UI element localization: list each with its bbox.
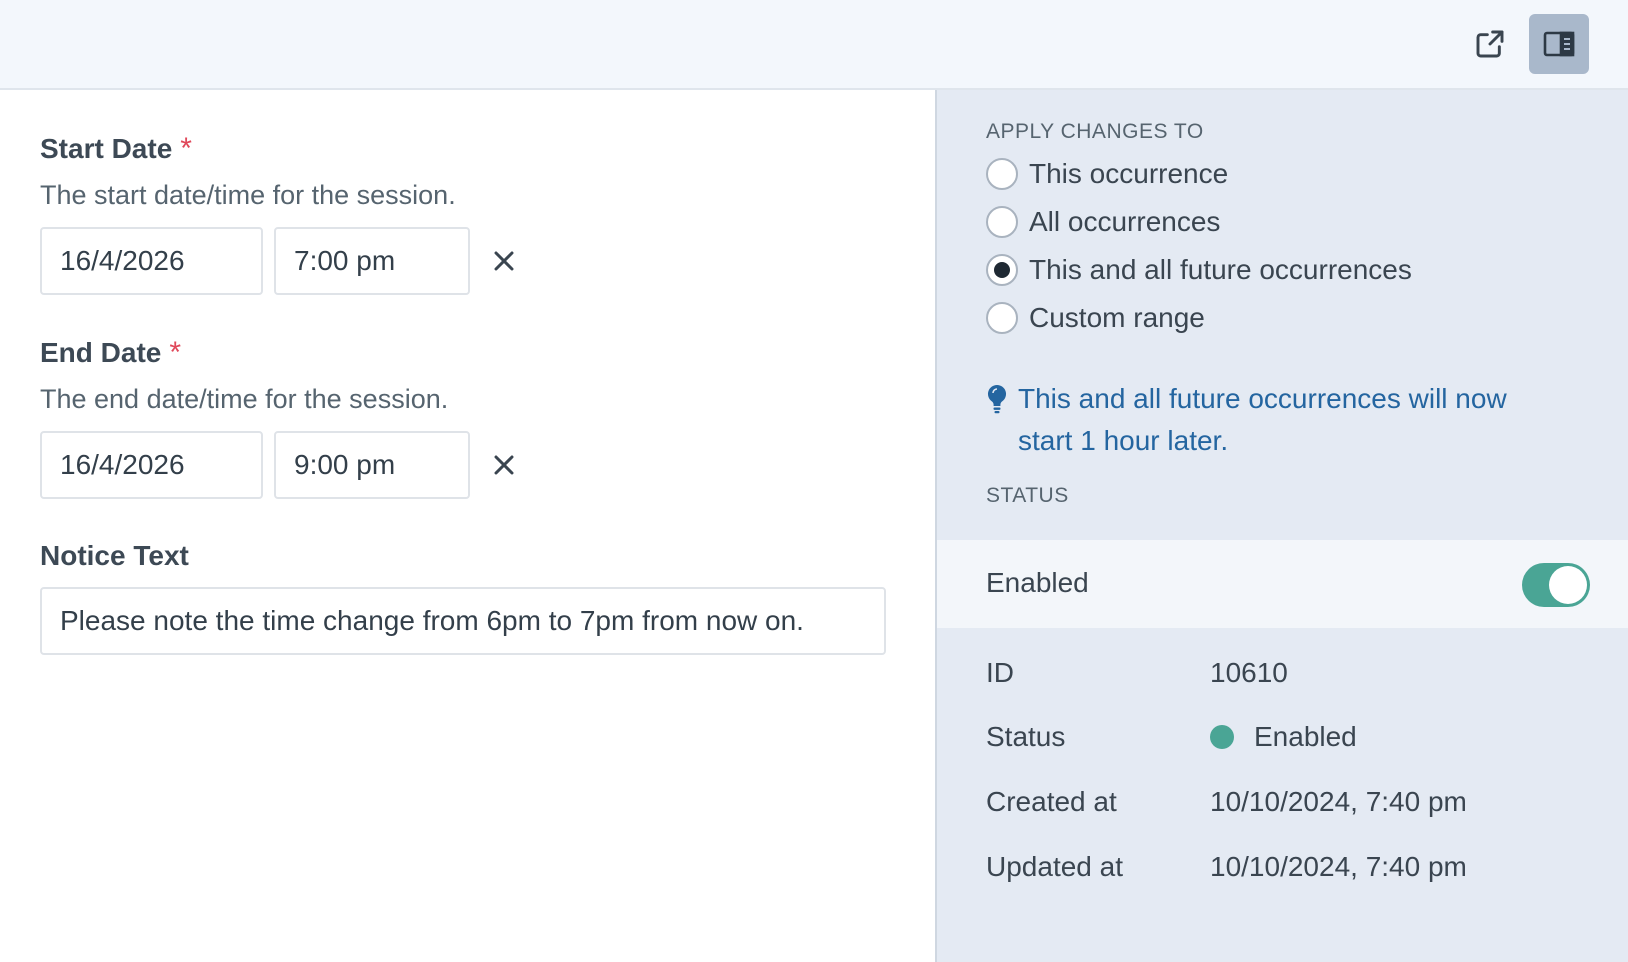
notice-text-input[interactable]: Please note the time change from 6pm to … [40, 587, 886, 655]
end-date-input[interactable]: 16/4/2026 [40, 431, 263, 499]
enabled-label: Enabled [986, 567, 1089, 598]
start-date-label: Start Date * [40, 132, 192, 166]
radio-this-and-future[interactable]: This and all future occurrences [986, 254, 1412, 286]
end-date-label-text: End Date [40, 337, 162, 368]
main-form: Start Date * The start date/time for the … [0, 90, 935, 962]
radio-label: This occurrence [1029, 158, 1229, 189]
start-date-clear-button[interactable] [486, 243, 522, 279]
required-mark: * [180, 132, 192, 165]
close-icon [494, 455, 514, 475]
external-link-icon [1476, 30, 1504, 58]
start-date-input[interactable]: 16/4/2026 [40, 227, 263, 295]
sidebar-panel-icon [1543, 31, 1575, 57]
enabled-row: Enabled [937, 540, 1628, 628]
notice-text: This and all future occurrences will now… [1018, 383, 1507, 456]
meta-key: Created at [986, 786, 1117, 817]
apply-changes-heading: APPLY CHANGES TO [986, 120, 1204, 143]
end-date-label: End Date * [40, 336, 181, 370]
meta-created: Created at 10/10/2024, 7:40 pm [986, 782, 1586, 822]
status-heading: STATUS [986, 484, 1069, 507]
meta-status: Status Enabled [986, 717, 1586, 757]
radio-button[interactable] [986, 302, 1018, 334]
radio-button-checked[interactable] [986, 254, 1018, 286]
notice-text-label: Notice Text [40, 540, 189, 571]
radio-all-occurrences[interactable]: All occurrences [986, 206, 1220, 238]
details-sidebar: APPLY CHANGES TO This occurrence All occ… [935, 90, 1628, 962]
start-date-description: The start date/time for the session. [40, 180, 456, 210]
top-bar [0, 0, 1628, 90]
change-notice: This and all future occurrences will now… [986, 378, 1566, 462]
radio-custom-range[interactable]: Custom range [986, 302, 1205, 334]
meta-value: 10610 [1210, 657, 1288, 688]
radio-label: All occurrences [1029, 206, 1221, 237]
meta-updated: Updated at 10/10/2024, 7:40 pm [986, 847, 1586, 887]
status-value: Enabled [1254, 721, 1357, 752]
meta-value: Enabled [1210, 721, 1357, 753]
close-icon [494, 251, 514, 271]
lightbulb-icon [986, 378, 1018, 462]
meta-value: 10/10/2024, 7:40 pm [1210, 851, 1467, 882]
open-external-button[interactable] [1460, 14, 1520, 74]
toggle-sidebar-button[interactable] [1529, 14, 1589, 74]
status-dot [1210, 725, 1234, 749]
radio-label: Custom range [1029, 302, 1205, 333]
radio-button[interactable] [986, 158, 1018, 190]
radio-button[interactable] [986, 206, 1018, 238]
meta-value: 10/10/2024, 7:40 pm [1210, 786, 1467, 817]
end-date-clear-button[interactable] [486, 447, 522, 483]
meta-id: ID 10610 [986, 653, 1586, 693]
meta-key: Status [986, 721, 1066, 752]
required-mark: * [169, 336, 182, 369]
meta-key: Updated at [986, 851, 1123, 882]
enabled-toggle[interactable] [1522, 563, 1590, 607]
end-date-description: The end date/time for the session. [40, 384, 449, 414]
start-date-label-text: Start Date [40, 133, 173, 164]
end-time-input[interactable]: 9:00 pm [274, 431, 470, 499]
radio-this-occurrence[interactable]: This occurrence [986, 158, 1228, 190]
radio-label: This and all future occurrences [1029, 254, 1412, 285]
start-time-input[interactable]: 7:00 pm [274, 227, 470, 295]
meta-key: ID [986, 657, 1014, 688]
